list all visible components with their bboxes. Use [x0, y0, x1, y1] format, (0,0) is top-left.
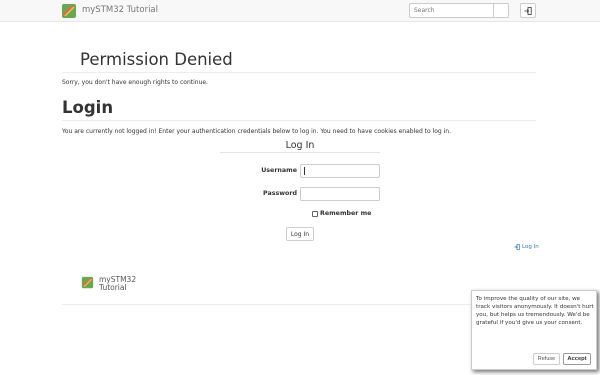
log-in-button[interactable]: Log In: [286, 227, 314, 241]
divider: [220, 152, 380, 153]
divider: [62, 304, 536, 305]
password-label: Password: [263, 190, 297, 197]
permission-message: Sorry, you don't have enough rights to c…: [62, 79, 208, 86]
search-input[interactable]: [409, 3, 494, 18]
login-notice: You are currently not logged in! Enter y…: [62, 128, 452, 135]
site-logo-icon[interactable]: [61, 3, 77, 19]
permission-title: Permission Denied: [80, 50, 233, 69]
login-link[interactable]: Log In: [514, 244, 539, 250]
divider: [62, 72, 536, 73]
login-title: Login: [62, 98, 114, 117]
login-link-label[interactable]: Log In: [522, 244, 539, 250]
sign-in-icon: [524, 6, 532, 15]
remember-me-checkbox[interactable]: [312, 211, 318, 217]
login-nav-button[interactable]: [520, 3, 536, 18]
top-navbar: mySTM32 Tutorial: [0, 0, 600, 22]
footer-logo-icon[interactable]: [81, 276, 94, 289]
username-label: Username: [261, 167, 297, 174]
remember-me-label[interactable]: Remember me: [320, 210, 371, 217]
brand-title[interactable]: mySTM32 Tutorial: [82, 5, 158, 15]
refuse-button[interactable]: Refuse: [533, 353, 560, 365]
login-form-legend: Log In: [285, 140, 315, 151]
divider: [62, 120, 536, 121]
footer-brand[interactable]: mySTM32 Tutorial: [99, 276, 136, 292]
footer-brand-line2: Tutorial: [99, 283, 127, 292]
sign-in-icon: [514, 244, 520, 250]
password-input[interactable]: [300, 187, 380, 201]
search-button[interactable]: [493, 3, 509, 18]
text-caret: [304, 167, 305, 175]
username-input[interactable]: [300, 164, 380, 178]
accept-button[interactable]: Accept: [563, 353, 591, 365]
cookie-message: To improve the quality of our site, we t…: [476, 296, 594, 326]
